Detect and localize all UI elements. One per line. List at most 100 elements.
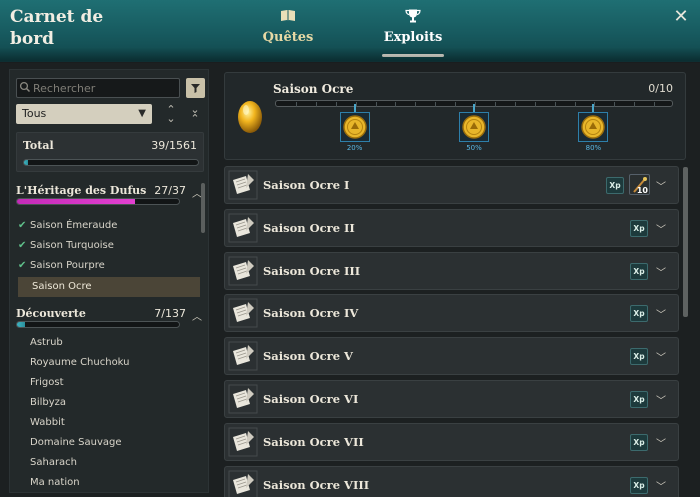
chevron-down-icon[interactable]: ﹀	[656, 349, 666, 364]
search-icon	[19, 81, 31, 93]
season-title: Saison Ocre	[273, 82, 354, 96]
sidebar-item-bilbyza[interactable]: Bilbyza	[16, 393, 200, 413]
sidebar: Tous ▼ ⌃⌄ ⌄⌃ Total 39/1561 L'Héritage de…	[9, 69, 209, 493]
select-value: Tous	[22, 107, 47, 120]
xp-label: Xp	[633, 437, 645, 447]
sidebar-item-astrub[interactable]: Astrub	[16, 333, 200, 353]
sidebar-item-saison-pourpre[interactable]: ✔ Saison Pourpre	[16, 256, 200, 276]
active-tab-indicator	[382, 54, 444, 57]
chevron-down-icon[interactable]: ﹀	[656, 221, 666, 236]
xp-reward-badge[interactable]: Xp	[630, 433, 648, 451]
scroll-feather-icon	[228, 341, 258, 371]
season-reward-1[interactable]: 20%	[339, 104, 370, 152]
funnel-icon	[191, 84, 200, 93]
scroll-feather-icon	[228, 256, 258, 286]
collapse-icon: ⌄ ⌃	[190, 103, 200, 125]
xp-reward-badge[interactable]: Xp	[606, 177, 624, 194]
xp-reward-badge[interactable]: Xp	[630, 348, 648, 366]
chevron-down-icon[interactable]: ﹀	[656, 435, 666, 450]
achievement-list: Saison Ocre I Xp 10 ﹀ Saison Ocre II Xp ﹀ Saiso…	[224, 166, 679, 497]
scroll-feather-icon	[228, 427, 258, 457]
progress-tick	[375, 102, 377, 107]
close-icon: ✕	[673, 6, 689, 27]
achievement-row[interactable]: Saison Ocre IV Xp ﹀	[224, 294, 679, 333]
progress-tick	[534, 102, 536, 107]
sidebar-item-wabbit[interactable]: Wabbit	[16, 413, 200, 433]
tab-label: Exploits	[383, 30, 443, 45]
xp-label: Xp	[633, 352, 645, 362]
season-reward-3[interactable]: 80%	[578, 104, 609, 152]
chevron-down-icon[interactable]: ﹀	[656, 178, 666, 193]
xp-label: Xp	[633, 395, 645, 404]
sidebar-item-saison-emeraude[interactable]: ✔ Saison Émeraude	[16, 216, 200, 236]
season-count: 0/10	[648, 82, 673, 95]
sort-button[interactable]: ⌃ ⌄	[163, 104, 179, 124]
chevron-down-icon[interactable]: ﹀	[656, 264, 666, 279]
achievement-title: Saison Ocre VI	[263, 392, 359, 406]
chevron-up-icon[interactable]: ︿	[192, 308, 202, 323]
book-icon	[281, 10, 295, 21]
tab-quetes[interactable]: Quêtes	[262, 8, 314, 58]
close-button[interactable]: ✕	[672, 8, 690, 26]
category-header-decouverte[interactable]: Découverte 7/137 ︿	[16, 305, 202, 331]
search-input[interactable]	[16, 78, 180, 98]
achievement-title: Saison Ocre III	[263, 263, 361, 278]
reward-box	[459, 112, 489, 142]
tab-exploits[interactable]: Exploits	[382, 8, 444, 58]
sidebar-item-frigost[interactable]: Frigost	[16, 373, 200, 393]
sidebar-item-saison-turquoise[interactable]: ✔ Saison Turquoise	[16, 236, 200, 256]
sidebar-item-label: Ma nation	[30, 477, 80, 488]
xp-reward-badge[interactable]: Xp	[630, 476, 648, 494]
progress-tick	[435, 102, 437, 107]
filter-button[interactable]	[186, 78, 205, 98]
gold-coin-icon	[462, 115, 486, 139]
xp-reward-badge[interactable]: Xp	[630, 391, 648, 408]
achievements-content: Saison Ocre 0/10 20% 50% 80% Saison Ocre I…	[220, 69, 690, 497]
season-reward-2[interactable]: 50%	[459, 104, 489, 152]
achievement-row[interactable]: Saison Ocre I Xp 10 ﹀	[224, 166, 679, 204]
category-select[interactable]: Tous ▼	[16, 104, 152, 124]
chevron-down-icon[interactable]: ﹀	[656, 478, 666, 493]
xp-reward-badge[interactable]: Xp	[630, 219, 648, 237]
category-title: L'Héritage des Dufus	[16, 184, 147, 197]
sidebar-item-label: Saison Émeraude	[30, 220, 118, 231]
achievement-title: Saison Ocre I	[263, 178, 350, 192]
sidebar-item-saharach[interactable]: Saharach	[16, 453, 200, 473]
achievement-title: Saison Ocre VIII	[263, 477, 370, 492]
sidebar-item-royaume-chuchoku[interactable]: Royaume Chuchoku	[16, 353, 200, 373]
progress-tick	[455, 102, 457, 107]
category-header-heritage[interactable]: L'Héritage des Dufus 27/37 ︿	[16, 182, 202, 208]
total-progress-bar	[23, 159, 199, 166]
xp-reward-badge[interactable]: Xp	[630, 262, 648, 280]
sidebar-scrollbar[interactable]	[201, 183, 205, 233]
sidebar-item-label: Bilbyza	[30, 397, 67, 408]
sidebar-item-domaine-sauvage[interactable]: Domaine Sauvage	[16, 433, 200, 453]
sidebar-item-label: Saison Pourpre	[30, 260, 105, 271]
search-row	[16, 78, 206, 98]
content-scrollbar[interactable]	[683, 167, 688, 317]
collapse-all-button[interactable]: ⌄ ⌃	[187, 103, 203, 125]
achievement-row[interactable]: Saison Ocre VIII Xp ﹀	[224, 465, 679, 497]
progress-tick	[514, 102, 516, 107]
sidebar-item-saison-ocre[interactable]: Saison Ocre	[18, 277, 200, 297]
item-reward[interactable]: 10	[629, 174, 650, 195]
xp-reward-badge[interactable]: Xp	[630, 305, 648, 323]
achievement-row[interactable]: Saison Ocre VI Xp ﹀	[224, 380, 679, 418]
progress-tick	[415, 102, 417, 107]
progress-tick	[395, 102, 397, 107]
achievement-title: Saison Ocre VII	[263, 434, 364, 449]
scroll-feather-icon	[228, 470, 258, 497]
achievement-row[interactable]: Saison Ocre V Xp ﹀	[224, 337, 679, 376]
xp-label: Xp	[609, 181, 621, 190]
sidebar-item-ma-nation[interactable]: Ma nation	[16, 473, 200, 493]
chevron-down-icon[interactable]: ﹀	[656, 392, 666, 407]
sidebar-item-label: Domaine Sauvage	[30, 437, 122, 448]
category-progress-bar	[16, 321, 180, 328]
reward-percentage: 50%	[466, 144, 482, 152]
total-label: Total	[23, 139, 54, 152]
achievement-row[interactable]: Saison Ocre VII Xp ﹀	[224, 422, 679, 461]
chevron-down-icon[interactable]: ﹀	[656, 306, 666, 321]
achievement-row[interactable]: Saison Ocre III Xp ﹀	[224, 251, 679, 290]
achievement-row[interactable]: Saison Ocre II Xp ﹀	[224, 208, 679, 247]
chevron-down-icon: ▼	[138, 108, 146, 119]
